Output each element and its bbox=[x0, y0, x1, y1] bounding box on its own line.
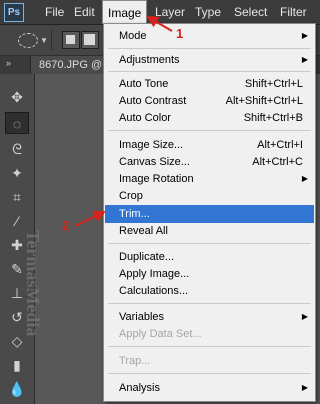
menu-item-duplicate[interactable]: Duplicate... bbox=[105, 248, 314, 266]
menu-item-auto-contrast[interactable]: Auto Contrast Alt+Shift+Ctrl+L bbox=[105, 92, 314, 110]
submenu-arrow-icon: ▶ bbox=[301, 383, 308, 392]
menu-item-label: Image Rotation bbox=[119, 173, 194, 185]
menu-item-label: Apply Image... bbox=[119, 268, 190, 280]
submenu-arrow-icon: ▶ bbox=[301, 31, 308, 40]
menu-item-label: Crop bbox=[119, 190, 143, 202]
menu-item-trap: Trap... bbox=[105, 352, 314, 370]
menu-separator bbox=[108, 346, 311, 347]
menu-item-label: Variables bbox=[119, 311, 165, 323]
menu-item-variables[interactable]: Variables ▶ bbox=[105, 308, 314, 326]
menu-item-label: Image Size... bbox=[119, 139, 184, 151]
elliptical-marquee-tool-icon[interactable]: ◌ bbox=[5, 112, 29, 134]
watermark: TermasMedia bbox=[23, 230, 43, 337]
submenu-arrow-icon: ▶ bbox=[301, 55, 308, 64]
menu-item-image-size[interactable]: Image Size... Alt+Ctrl+I bbox=[105, 136, 314, 154]
divider bbox=[51, 30, 52, 50]
menu-item-shortcut: Shift+Ctrl+L bbox=[244, 78, 303, 90]
menu-item-label: Auto Tone bbox=[119, 78, 169, 90]
menu-item-label: Adjustments bbox=[119, 54, 180, 66]
menu-item-label: Calculations... bbox=[119, 285, 189, 297]
elliptical-marquee-preset-icon[interactable] bbox=[18, 33, 38, 48]
move-tool-icon[interactable]: ✥ bbox=[5, 86, 29, 108]
menu-separator bbox=[108, 243, 311, 244]
menu-item-label: Auto Contrast bbox=[119, 95, 187, 107]
menu-item-shortcut: Alt+Ctrl+C bbox=[252, 156, 303, 168]
menu-item-label: Trap... bbox=[119, 355, 151, 367]
menu-item-label: Auto Color bbox=[119, 112, 171, 124]
photoshop-logo: Ps bbox=[4, 3, 24, 22]
menu-item-auto-tone[interactable]: Auto Tone Shift+Ctrl+L bbox=[105, 75, 314, 93]
menu-item-adjustments[interactable]: Adjustments ▶ bbox=[105, 51, 314, 69]
menu-item-shortcut: Shift+Ctrl+B bbox=[243, 112, 303, 124]
image-menu-dropdown: Mode ▶ Adjustments ▶ Auto Tone Shift+Ctr… bbox=[103, 23, 316, 402]
menu-item-label: Reveal All bbox=[119, 225, 168, 237]
menu-image[interactable]: Image bbox=[102, 0, 148, 24]
menu-item-mode[interactable]: Mode ▶ bbox=[105, 27, 314, 45]
menu-item-apply-image[interactable]: Apply Image... bbox=[105, 265, 314, 283]
menu-item-calculations[interactable]: Calculations... bbox=[105, 282, 314, 300]
menu-item-label: Duplicate... bbox=[119, 251, 175, 263]
menu-item-reveal-all[interactable]: Reveal All bbox=[105, 222, 314, 240]
menu-item-canvas-size[interactable]: Canvas Size... Alt+Ctrl+C bbox=[105, 153, 314, 171]
menu-item-label: Apply Data Set... bbox=[119, 328, 202, 340]
annotation-step-1: 1 bbox=[176, 26, 184, 41]
menu-item-crop[interactable]: Crop bbox=[105, 187, 314, 205]
menu-item-trim[interactable]: Trim... bbox=[105, 205, 314, 223]
chevron-down-icon[interactable]: ▼ bbox=[40, 36, 48, 45]
menu-separator bbox=[108, 48, 311, 49]
gradient-tool-icon[interactable]: ▮ bbox=[5, 354, 29, 376]
menu-item-label: Canvas Size... bbox=[119, 156, 190, 168]
menu-item-shortcut: Alt+Shift+Ctrl+L bbox=[225, 95, 303, 107]
new-selection-button[interactable] bbox=[62, 31, 80, 49]
collapse-panel-icon[interactable]: » bbox=[6, 58, 11, 68]
menu-file[interactable]: File bbox=[45, 0, 64, 24]
annotation-step-2: 2 bbox=[62, 218, 70, 233]
menu-item-analysis[interactable]: Analysis ▶ bbox=[105, 379, 314, 397]
lasso-tool-icon[interactable]: ᘓ bbox=[5, 138, 29, 160]
menu-item-label: Analysis bbox=[119, 382, 160, 394]
submenu-arrow-icon: ▶ bbox=[301, 312, 308, 321]
blur-tool-icon[interactable]: 💧 bbox=[5, 378, 29, 400]
menu-separator bbox=[108, 130, 311, 131]
quick-selection-tool-icon[interactable]: ✦ bbox=[5, 162, 29, 184]
add-to-selection-button[interactable] bbox=[81, 31, 99, 49]
menu-separator bbox=[108, 303, 311, 304]
menu-item-label: Mode bbox=[119, 30, 147, 42]
menu-item-label: Trim... bbox=[119, 208, 150, 220]
menu-item-image-rotation[interactable]: Image Rotation ▶ bbox=[105, 170, 314, 188]
eyedropper-tool-icon[interactable]: ⁄ bbox=[5, 210, 29, 232]
menu-item-apply-data-set: Apply Data Set... bbox=[105, 325, 314, 343]
menu-item-auto-color[interactable]: Auto Color Shift+Ctrl+B bbox=[105, 109, 314, 127]
menu-type[interactable]: Type bbox=[195, 0, 221, 24]
menu-select[interactable]: Select bbox=[234, 0, 267, 24]
menu-edit[interactable]: Edit bbox=[74, 0, 95, 24]
crop-tool-icon[interactable]: ⌗ bbox=[5, 186, 29, 208]
menu-bar: Ps File Edit Image Layer Type Select Fil… bbox=[0, 0, 320, 25]
menu-separator bbox=[108, 71, 311, 72]
menu-filter[interactable]: Filter bbox=[280, 0, 307, 24]
submenu-arrow-icon: ▶ bbox=[301, 174, 308, 183]
menu-item-shortcut: Alt+Ctrl+I bbox=[257, 139, 303, 151]
menu-layer[interactable]: Layer bbox=[155, 0, 185, 24]
menu-separator bbox=[108, 373, 311, 374]
